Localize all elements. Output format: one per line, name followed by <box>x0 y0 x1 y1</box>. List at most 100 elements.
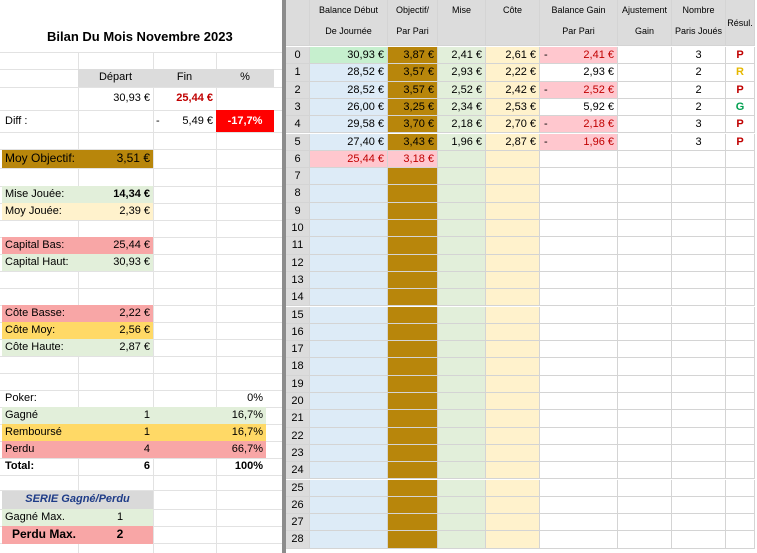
mise-cell[interactable] <box>438 410 486 428</box>
gain-cell[interactable] <box>540 341 618 359</box>
cote-cell[interactable] <box>486 514 540 532</box>
objectif-cell[interactable] <box>388 271 438 290</box>
cote-cell[interactable] <box>486 444 540 463</box>
row-number[interactable]: 17 <box>286 341 310 359</box>
mise-cell[interactable]: 2,34 € <box>438 98 486 117</box>
result-cell[interactable] <box>726 237 755 255</box>
gain-cell[interactable] <box>540 444 618 463</box>
balance-cell[interactable] <box>310 358 388 376</box>
mise-cell[interactable] <box>438 496 486 515</box>
row-number[interactable]: 13 <box>286 271 310 290</box>
balance-cell[interactable] <box>310 496 388 515</box>
objectif-cell[interactable] <box>388 202 438 220</box>
mise-cell[interactable]: 2,52 € <box>438 81 486 99</box>
objectif-cell[interactable] <box>388 185 438 203</box>
result-cell[interactable] <box>726 479 755 497</box>
gain-cell[interactable] <box>540 410 618 428</box>
row-number[interactable]: 9 <box>286 202 310 220</box>
balance-cell[interactable] <box>310 306 388 324</box>
nombre-cell[interactable] <box>672 271 726 290</box>
balance-cell[interactable] <box>310 168 388 186</box>
result-cell[interactable] <box>726 531 755 549</box>
balance-cell[interactable] <box>310 531 388 549</box>
objectif-cell[interactable]: 3,43 € <box>388 133 438 151</box>
result-cell[interactable] <box>726 462 755 480</box>
cote-cell[interactable] <box>486 393 540 411</box>
cote-cell[interactable] <box>486 479 540 497</box>
nombre-cell[interactable]: 2 <box>672 81 726 99</box>
row-number[interactable]: 19 <box>286 375 310 393</box>
nombre-cell[interactable]: 3 <box>672 133 726 151</box>
cote-cell[interactable] <box>486 289 540 307</box>
cote-cell[interactable] <box>486 341 540 359</box>
cote-cell[interactable] <box>486 427 540 445</box>
balance-cell[interactable] <box>310 427 388 445</box>
gain-cell[interactable]: 5,92 € <box>540 98 618 117</box>
cote-cell[interactable] <box>486 185 540 203</box>
gain-cell[interactable] <box>540 237 618 255</box>
mise-cell[interactable] <box>438 358 486 376</box>
gain-cell[interactable] <box>540 358 618 376</box>
gain-cell[interactable]: 2,52 € <box>540 81 618 99</box>
cote-cell[interactable] <box>486 375 540 393</box>
objectif-cell[interactable] <box>388 496 438 515</box>
cote-cell[interactable] <box>486 168 540 186</box>
mise-cell[interactable] <box>438 185 486 203</box>
mise-cell[interactable] <box>438 220 486 238</box>
ajustement-cell[interactable] <box>618 237 672 255</box>
objectif-cell[interactable] <box>388 531 438 549</box>
ajustement-cell[interactable] <box>618 168 672 186</box>
balance-cell[interactable] <box>310 185 388 203</box>
nombre-cell[interactable] <box>672 306 726 324</box>
nombre-cell[interactable] <box>672 341 726 359</box>
cote-cell[interactable]: 2,42 € <box>486 81 540 99</box>
ajustement-cell[interactable] <box>618 514 672 532</box>
ajustement-cell[interactable] <box>618 375 672 393</box>
row-number[interactable]: 4 <box>286 116 310 134</box>
result-cell[interactable] <box>726 254 755 272</box>
nombre-cell[interactable] <box>672 375 726 393</box>
cote-cell[interactable] <box>486 306 540 324</box>
balance-cell[interactable] <box>310 271 388 290</box>
result-cell[interactable]: P <box>726 133 755 151</box>
row-number[interactable]: 20 <box>286 393 310 411</box>
row-number[interactable]: 27 <box>286 514 310 532</box>
cote-cell[interactable] <box>486 254 540 272</box>
gain-cell[interactable] <box>540 479 618 497</box>
objectif-cell[interactable] <box>388 479 438 497</box>
mise-cell[interactable] <box>438 462 486 480</box>
nombre-cell[interactable]: 3 <box>672 116 726 134</box>
row-number[interactable]: 8 <box>286 185 310 203</box>
row-number[interactable]: 16 <box>286 323 310 342</box>
nombre-cell[interactable] <box>672 202 726 220</box>
result-cell[interactable] <box>726 168 755 186</box>
objectif-cell[interactable] <box>388 410 438 428</box>
result-cell[interactable] <box>726 220 755 238</box>
row-number[interactable]: 6 <box>286 150 310 169</box>
gain-cell[interactable] <box>540 306 618 324</box>
ajustement-cell[interactable] <box>618 133 672 151</box>
result-cell[interactable] <box>726 358 755 376</box>
ajustement-cell[interactable] <box>618 341 672 359</box>
objectif-cell[interactable] <box>388 220 438 238</box>
row-number[interactable]: 24 <box>286 462 310 480</box>
balance-cell[interactable] <box>310 393 388 411</box>
result-cell[interactable] <box>726 185 755 203</box>
result-cell[interactable] <box>726 271 755 290</box>
balance-cell[interactable] <box>310 341 388 359</box>
nombre-cell[interactable] <box>672 462 726 480</box>
balance-cell[interactable]: 30,93 € <box>310 47 388 65</box>
ajustement-cell[interactable] <box>618 531 672 549</box>
objectif-cell[interactable] <box>388 427 438 445</box>
gain-cell[interactable] <box>540 254 618 272</box>
balance-cell[interactable] <box>310 254 388 272</box>
gain-cell[interactable] <box>540 393 618 411</box>
cote-cell[interactable] <box>486 531 540 549</box>
ajustement-cell[interactable] <box>618 202 672 220</box>
row-number[interactable]: 23 <box>286 444 310 463</box>
gain-cell[interactable]: 2,93 € <box>540 64 618 82</box>
nombre-cell[interactable] <box>672 444 726 463</box>
nombre-cell[interactable] <box>672 185 726 203</box>
gain-cell[interactable] <box>540 150 618 169</box>
objectif-cell[interactable] <box>388 289 438 307</box>
